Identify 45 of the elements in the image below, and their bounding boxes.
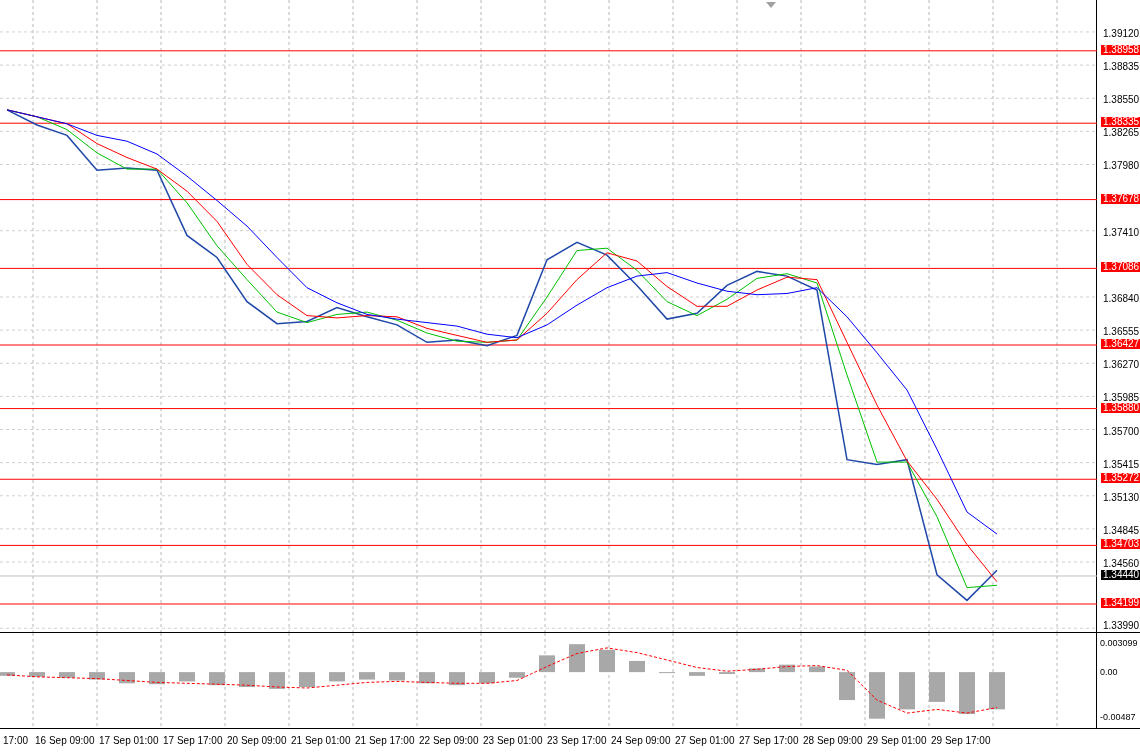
time-axis-label: 27 Sep 01:00	[675, 735, 735, 747]
price-level-label: 1.34440	[1101, 569, 1140, 580]
price-axis-label: 1.35130	[1103, 492, 1140, 503]
price-level-label: 1.35272	[1101, 473, 1140, 484]
oscillator-axis-label: 0.003099	[1100, 638, 1138, 649]
price-axis-label: 1.35985	[1103, 393, 1140, 404]
price-level-label: 1.35880	[1101, 402, 1140, 413]
time-axis-label: 29 Sep 17:00	[931, 735, 991, 747]
price-level-label: 1.34703	[1101, 539, 1140, 550]
price-axis-label: 1.36840	[1103, 294, 1140, 304]
time-axis-label: 21 Sep 17:00	[355, 735, 415, 747]
time-axis-label: 27 Sep 17:00	[739, 735, 799, 747]
price-level-label: 1.38335	[1101, 117, 1140, 128]
price-axis-label: 1.35415	[1103, 459, 1140, 470]
time-axis-label: 17 Sep 17:00	[163, 735, 223, 747]
oscillator-axis-label: 0.00	[1100, 667, 1118, 678]
price-axis-label: 1.38835	[1103, 62, 1140, 73]
time-axis-label: 16 Sep 09:00	[35, 735, 95, 747]
time-axis-label: 21 Sep 01:00	[291, 735, 351, 747]
price-axis-label: 1.39120	[1103, 28, 1140, 39]
price-axis-label: 1.35700	[1103, 426, 1140, 437]
price-level-label: 1.37678	[1101, 193, 1140, 204]
price-axis-label: 1.37980	[1103, 161, 1140, 172]
time-axis-label: 20 Sep 09:00	[227, 735, 287, 747]
time-axis-label: 23 Sep 17:00	[547, 735, 607, 747]
price-level-label: 1.37086	[1101, 262, 1140, 273]
time-axis-label: 17 Sep 01:00	[99, 735, 159, 747]
time-axis-label: 24 Sep 09:00	[611, 735, 671, 747]
time-axis-label: 28 Sep 09:00	[803, 735, 863, 747]
price-axis-label: 1.33990	[1103, 621, 1140, 631]
price-level-label: 1.38958	[1101, 44, 1140, 55]
price-axis-label: 1.34560	[1103, 559, 1140, 569]
price-axis-label: 1.36270	[1103, 360, 1140, 371]
time-axis-label: 29 Sep 01:00	[867, 735, 927, 747]
oscillator-axis-label: -0.00487	[1100, 712, 1136, 723]
price-level-label: 1.34199	[1101, 598, 1140, 608]
price-axis-label: 1.38550	[1103, 95, 1140, 106]
time-axis-label: 22 Sep 09:00	[419, 735, 479, 747]
price-axis-label: 1.37410	[1103, 227, 1140, 238]
time-axis-label: 17:00	[3, 735, 29, 747]
time-axis-label: 23 Sep 01:00	[483, 735, 543, 747]
price-axis-label: 1.34845	[1103, 525, 1140, 536]
price-axis-label: 1.38265	[1103, 128, 1140, 139]
price-level-label: 1.36427	[1101, 339, 1140, 349]
price-axis-label: 1.36555	[1103, 327, 1140, 338]
